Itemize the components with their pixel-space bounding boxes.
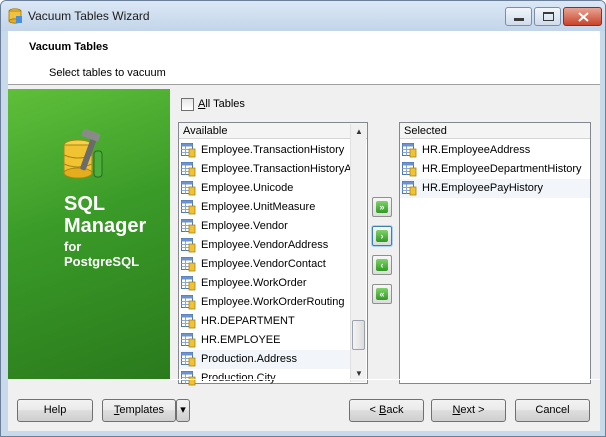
banner-line-postgresql: PostgreSQL: [64, 254, 140, 269]
wizard-window: Vacuum Tables Wizard Vacuum Tables Selec…: [0, 0, 606, 437]
templates-dropdown-button[interactable]: ▾: [176, 399, 190, 422]
list-item-label: Employee.Vendor: [201, 220, 288, 232]
dropdown-arrow-icon: ▾: [180, 404, 186, 416]
list-item[interactable]: Employee.VendorAddress: [179, 236, 350, 255]
table-icon: [181, 200, 196, 215]
table-icon: [181, 295, 196, 310]
maximize-button[interactable]: [534, 7, 561, 26]
list-item-label: Employee.UnitMeasure: [201, 201, 316, 213]
back-label: ack: [386, 404, 404, 416]
checkbox-box[interactable]: [181, 98, 194, 111]
list-item-label: HR.EMPLOYEE: [201, 334, 281, 346]
table-icon: [181, 314, 196, 329]
list-item-label: Employee.VendorContact: [201, 258, 326, 270]
page-subtitle: Select tables to vacuum: [49, 67, 166, 79]
left-arrow-icon: ‹: [376, 259, 388, 271]
scroll-thumb[interactable]: [352, 320, 365, 350]
back-prefix: <: [369, 404, 379, 416]
page-title: Vacuum Tables: [29, 41, 109, 53]
table-icon: [402, 143, 417, 158]
list-item-label: Employee.WorkOrder: [201, 277, 307, 289]
list-item[interactable]: Employee.WorkOrderRouting: [179, 293, 350, 312]
list-item[interactable]: Employee.Unicode: [179, 179, 350, 198]
minimize-icon: [514, 18, 524, 21]
table-icon: [181, 162, 196, 177]
list-item-label: Production.Address: [201, 353, 297, 365]
list-item-label: HR.EmployeeDepartmentHistory: [422, 163, 582, 175]
help-label: Help: [43, 404, 67, 416]
list-item-label: Employee.TransactionHistory: [201, 144, 345, 156]
table-icon: [181, 257, 196, 272]
list-item[interactable]: HR.EmployeePayHistory: [400, 179, 590, 198]
title-bar[interactable]: Vacuum Tables Wizard: [1, 1, 605, 31]
banner-line-manager: Manager: [64, 215, 147, 237]
table-icon: [181, 276, 196, 291]
wizard-client-area: Vacuum Tables Select tables to vacuum SQ…: [8, 31, 600, 431]
table-icon: [402, 181, 417, 196]
remove-all-button[interactable]: «: [372, 284, 392, 304]
list-item-label: HR.EmployeeAddress: [422, 144, 531, 156]
available-tables-list[interactable]: Available Employee.TransactionHistory Emp…: [178, 122, 368, 386]
next-button[interactable]: Next >: [431, 399, 506, 422]
list-item[interactable]: Employee.UnitMeasure: [179, 198, 350, 217]
list-item[interactable]: HR.EmployeeDepartmentHistory: [400, 160, 590, 179]
list-item-label: Employee.WorkOrderRouting: [201, 296, 345, 308]
templates-button[interactable]: Templates: [102, 399, 176, 422]
list-item[interactable]: Employee.TransactionHistory: [179, 141, 350, 160]
cancel-label: Cancel: [535, 404, 570, 416]
next-label: ext >: [460, 404, 485, 416]
add-all-button[interactable]: »: [372, 197, 392, 217]
available-list-header: Available: [179, 123, 367, 139]
table-icon: [181, 219, 196, 234]
available-scrollbar[interactable]: ▲ ▼: [350, 124, 366, 382]
table-icon: [181, 238, 196, 253]
help-button[interactable]: Help: [17, 399, 93, 422]
scroll-up-arrow[interactable]: ▲: [351, 124, 367, 140]
list-item[interactable]: Employee.WorkOrder: [179, 274, 350, 293]
all-tables-label: All Tables: [198, 98, 245, 110]
window-title: Vacuum Tables Wizard: [28, 9, 150, 23]
double-right-arrow-icon: »: [376, 201, 388, 213]
all-tables-label-rest: ll Tables: [205, 98, 245, 110]
banner-product-name: SQL Manager: [64, 193, 146, 237]
list-item[interactable]: Employee.Vendor: [179, 217, 350, 236]
add-button[interactable]: ›: [372, 226, 392, 246]
list-item-label: Employee.VendorAddress: [201, 239, 329, 251]
database-tools-icon: [63, 129, 103, 179]
banner-line-for: for: [64, 239, 82, 254]
maximize-icon: [543, 12, 554, 21]
templates-label: emplates: [119, 404, 165, 416]
list-item[interactable]: Employee.VendorContact: [179, 255, 350, 274]
back-button[interactable]: < Back: [349, 399, 424, 422]
table-icon: [181, 181, 196, 196]
selected-list-header: Selected: [400, 123, 590, 139]
list-item[interactable]: Employee.TransactionHistoryA: [179, 160, 350, 179]
list-item-label: Employee.TransactionHistoryA: [201, 163, 350, 175]
list-item[interactable]: Production.Address: [179, 350, 350, 369]
minimize-button[interactable]: [505, 7, 532, 26]
selected-tables-list[interactable]: Selected HR.EmployeeAddress HR.EmployeeDe…: [399, 122, 591, 384]
right-arrow-icon: ›: [376, 230, 388, 242]
product-banner: SQL Manager for PostgreSQL: [8, 89, 170, 379]
database-app-icon: [8, 8, 22, 24]
list-item[interactable]: HR.EmployeeAddress: [400, 141, 590, 160]
double-left-arrow-icon: «: [376, 288, 388, 300]
list-item-label: HR.EmployeePayHistory: [422, 182, 544, 194]
table-icon: [181, 352, 196, 367]
list-item[interactable]: HR.DEPARTMENT: [179, 312, 350, 331]
table-icon: [181, 143, 196, 158]
remove-button[interactable]: ‹: [372, 255, 392, 275]
close-icon: [578, 12, 589, 22]
cancel-button[interactable]: Cancel: [515, 399, 590, 422]
close-button[interactable]: [563, 7, 602, 26]
banner-product-target: for PostgreSQL: [64, 239, 139, 269]
table-icon: [181, 333, 196, 348]
list-item-label: HR.DEPARTMENT: [201, 315, 295, 327]
list-item[interactable]: HR.EMPLOYEE: [179, 331, 350, 350]
footer-separator: [8, 379, 600, 380]
banner-line-sql: SQL: [64, 193, 106, 215]
list-item-label: Employee.Unicode: [201, 182, 294, 194]
table-icon: [402, 162, 417, 177]
wizard-header: Vacuum Tables Select tables to vacuum: [8, 31, 600, 85]
